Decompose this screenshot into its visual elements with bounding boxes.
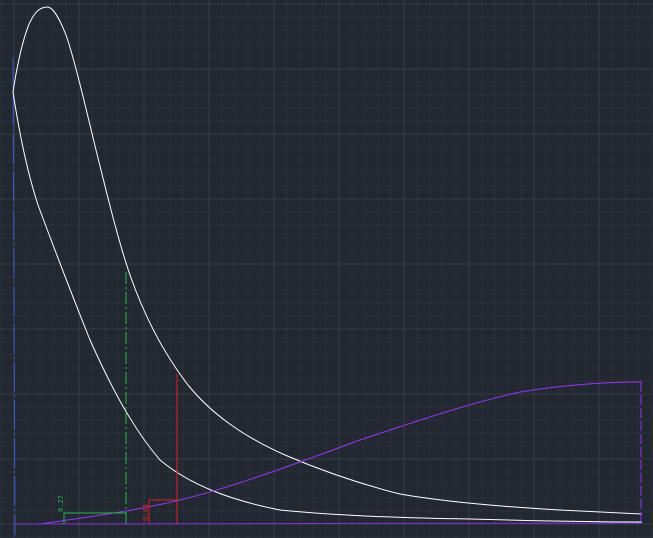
inner-white-curve[interactable] [12,91,643,523]
red-dimension-text[interactable]: 0.48 [142,504,150,521]
outer-white-curve[interactable] [12,6,643,515]
cad-model-space[interactable]: 0.27 0.48 [0,0,653,538]
green-dimension-text[interactable]: 0.27 [57,495,65,512]
purple-curve[interactable] [39,381,643,525]
cad-drawing-viewport[interactable]: 0.27 0.48 [0,0,653,538]
grid-minor-lines [0,0,653,538]
